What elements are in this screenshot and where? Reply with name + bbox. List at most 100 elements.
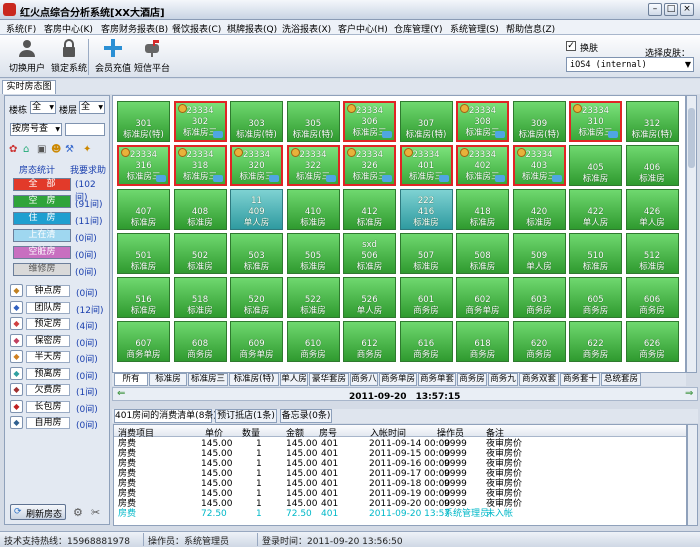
- room-tile[interactable]: 603 商务房: [512, 277, 566, 318]
- bag-icon[interactable]: ▣: [37, 144, 46, 155]
- table-row[interactable]: 房费 145.00 1 145.00 401 2011-09-15 00:00 9999 夜审…: [114, 449, 686, 459]
- room-tile[interactable]: sxd 506 标准房: [343, 233, 396, 274]
- room-type-filter[interactable]: ◆ 团队房 (12间): [10, 300, 106, 316]
- type-tab[interactable]: 豪华套房: [309, 373, 349, 386]
- table-row[interactable]: 房费 145.00 1 145.00 401 2011-09-18 00:00 9999 夜审…: [114, 479, 686, 489]
- room-tile[interactable]: 516 标准房: [117, 277, 170, 318]
- room-type-filter[interactable]: ◆ 自用房 (0间): [10, 415, 106, 431]
- search-mode-select[interactable]: 按房号查 ▼: [10, 123, 62, 136]
- room-type-filter[interactable]: ◆ 钟点房 (0间): [10, 283, 106, 299]
- room-tile[interactable]: 23334 320 标准房三: [230, 145, 283, 186]
- type-tab[interactable]: 商务套十: [560, 373, 600, 386]
- col-room[interactable]: 房号: [319, 426, 337, 439]
- room-tile[interactable]: 608 商务房: [173, 321, 227, 362]
- settings-icon[interactable]: ⚙: [73, 506, 83, 519]
- tab-reservation-arrival[interactable]: 预订抵店(1条): [215, 409, 277, 423]
- room-tile[interactable]: 305 标准房(特): [286, 101, 340, 142]
- type-tab[interactable]: 商务九: [488, 373, 518, 386]
- sms-platform-button[interactable]: 短信平台: [132, 37, 172, 77]
- switch-user-button[interactable]: 切换用户: [8, 37, 46, 77]
- menu-item-room-finance[interactable]: 客房财务报表(B): [101, 22, 168, 35]
- type-tab[interactable]: 单人房: [280, 373, 308, 386]
- room-tile[interactable]: 407 标准房: [117, 189, 170, 230]
- room-tile[interactable]: 23334 316 标准房三: [117, 145, 170, 186]
- room-tile[interactable]: 616 商务房: [399, 321, 453, 362]
- status-cleaning-button[interactable]: 上在清: [13, 229, 71, 242]
- grid-scrollbar[interactable]: [686, 95, 697, 373]
- room-tile[interactable]: 622 商务房: [569, 321, 622, 362]
- tab-consumption-list[interactable]: 401房间的消费清单(8条): [114, 409, 217, 423]
- room-tile[interactable]: 309 标准房(特): [512, 101, 566, 142]
- room-tile[interactable]: 507 标准房: [399, 233, 453, 274]
- room-tile[interactable]: 422 单人房: [569, 189, 622, 230]
- status-dirty-button[interactable]: 空脏房: [13, 246, 71, 259]
- room-tile[interactable]: 412 标准房: [343, 189, 396, 230]
- status-all-button[interactable]: 全 部: [13, 178, 71, 191]
- room-type-filter[interactable]: ◆ 预定房 (4间): [10, 316, 106, 332]
- grid-scroll-thumb[interactable]: [688, 108, 695, 168]
- menu-item-customer[interactable]: 客户中心(H): [338, 22, 388, 35]
- room-tile[interactable]: 609 商务单房: [230, 321, 283, 362]
- col-remark[interactable]: 备注: [486, 426, 504, 439]
- room-tile[interactable]: 502 标准房: [173, 233, 227, 274]
- skin-select[interactable]: iOS4 (internal) ▼: [566, 57, 694, 72]
- menu-item-chess[interactable]: 棋牌报表(Q): [227, 22, 277, 35]
- house-icon[interactable]: ⌂: [23, 144, 29, 155]
- type-tab[interactable]: 商务单房: [379, 373, 417, 386]
- room-tile[interactable]: 418 标准房: [456, 189, 509, 230]
- status-occupied-button[interactable]: 住 房: [13, 212, 71, 225]
- room-tile[interactable]: 23334 310 标准房三: [569, 101, 622, 142]
- room-tile[interactable]: 23334 402 标准房三: [456, 145, 509, 186]
- member-recharge-button[interactable]: 会员充值: [94, 37, 132, 77]
- room-tile[interactable]: 610 商务房: [286, 321, 340, 362]
- table-row[interactable]: 房费 145.00 1 145.00 401 2011-09-20 00:00 9999 夜审…: [114, 499, 686, 509]
- room-tile[interactable]: 605 商务房: [569, 277, 622, 318]
- room-tile[interactable]: 602 商务单房: [456, 277, 509, 318]
- room-tile[interactable]: 518 标准房: [173, 277, 227, 318]
- status-vacant-button[interactable]: 空 房: [13, 195, 71, 208]
- room-tile[interactable]: 503 标准房: [230, 233, 283, 274]
- tab-memo[interactable]: 备忘录(0条): [280, 409, 332, 423]
- room-type-filter[interactable]: ◆ 欠费房 (1间): [10, 382, 106, 398]
- col-amount[interactable]: 金额: [286, 426, 304, 439]
- room-tile[interactable]: 626 商务房: [625, 321, 679, 362]
- menu-item-help[interactable]: 帮助信息(Z): [506, 22, 555, 35]
- col-operator[interactable]: 操作员: [437, 426, 464, 439]
- bulb-icon[interactable]: ✦: [83, 144, 91, 155]
- person-icon[interactable]: ☻: [51, 144, 61, 155]
- room-tile[interactable]: 505 标准房: [286, 233, 340, 274]
- room-type-filter[interactable]: ◆ 长包房 (0间): [10, 399, 106, 415]
- table-row[interactable]: 房费 145.00 1 145.00 401 2011-09-19 00:00 9999 夜审…: [114, 489, 686, 499]
- room-type-filter[interactable]: ◆ 保密房 (0间): [10, 333, 106, 349]
- room-tile[interactable]: 522 标准房: [286, 277, 340, 318]
- floor-select[interactable]: 全 ▼: [79, 101, 105, 114]
- room-tile[interactable]: 23334 326 标准房三: [343, 145, 396, 186]
- lock-system-button[interactable]: 锁定系统: [50, 37, 88, 77]
- type-tab[interactable]: 商务双套: [519, 373, 559, 386]
- room-tile[interactable]: 307 标准房(特): [399, 101, 453, 142]
- room-tile[interactable]: 23334 403 标准房三: [512, 145, 566, 186]
- room-tile[interactable]: 510 标准房: [569, 233, 622, 274]
- type-tab[interactable]: 商务单套: [418, 373, 456, 386]
- flower-icon[interactable]: ✿: [9, 144, 17, 155]
- col-time[interactable]: 入帐时间: [370, 426, 406, 439]
- type-tab[interactable]: 所有: [114, 373, 148, 386]
- room-tile[interactable]: 23334 318 标准房三: [173, 145, 227, 186]
- type-tab[interactable]: 标准房(特): [229, 373, 279, 386]
- building-select[interactable]: 全 ▼: [30, 101, 56, 114]
- type-tab[interactable]: 商务房: [457, 373, 487, 386]
- wrench-icon[interactable]: ⚒: [65, 144, 74, 155]
- room-tile[interactable]: 23334 306 标准房三: [343, 101, 396, 142]
- room-tile[interactable]: 620 商务房: [512, 321, 566, 362]
- refresh-room-status-button[interactable]: ⟳ 刷新房态: [10, 504, 66, 520]
- type-tab[interactable]: 总统套房: [601, 373, 641, 386]
- room-tile[interactable]: 501 标准房: [117, 233, 170, 274]
- room-tile[interactable]: 420 标准房: [512, 189, 566, 230]
- table-scrollbar[interactable]: [687, 424, 698, 526]
- type-tab[interactable]: 标准房三: [188, 373, 228, 386]
- room-tile[interactable]: 303 标准房(特): [230, 101, 283, 142]
- menu-item-catering[interactable]: 餐饮报表(C): [172, 22, 221, 35]
- col-item[interactable]: 消费项目: [118, 426, 154, 439]
- room-tile[interactable]: 509 单人房: [512, 233, 566, 274]
- tools-icon[interactable]: ✂: [91, 506, 100, 519]
